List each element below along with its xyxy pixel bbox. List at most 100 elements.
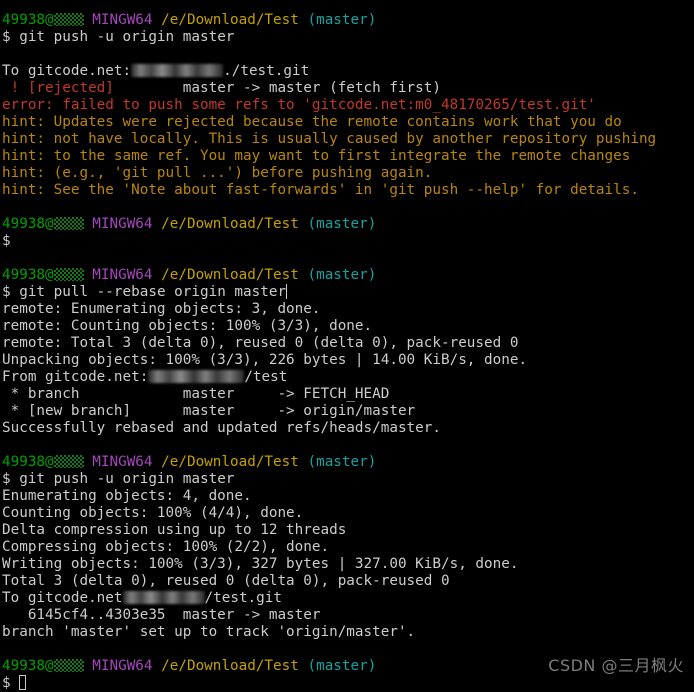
error-text: error: failed to push some refs to 'gitc… bbox=[2, 97, 596, 113]
prompt-shell: MINGW64 bbox=[92, 267, 153, 283]
terminal-window[interactable]: 49938@ MINGW64 /e/Download/Test (master)… bbox=[0, 0, 694, 692]
prompt-user: 49938@ bbox=[2, 658, 54, 674]
rejected-rest: master -> master (fetch first) bbox=[113, 80, 441, 96]
output-text: remote: Counting objects: 100% (3/3), do… bbox=[2, 318, 373, 334]
prompt-path: /e/Download/Test bbox=[161, 12, 299, 28]
output-to-url-2: To gitcode.net/test.git bbox=[2, 590, 694, 607]
redacted-host-mosaic bbox=[53, 455, 84, 468]
text-cursor bbox=[286, 284, 288, 299]
output-line: remote: Counting objects: 100% (3/3), do… bbox=[2, 318, 694, 335]
prompt-branch: (master) bbox=[307, 658, 377, 674]
output-text: * [new branch] master -> origin/master bbox=[2, 403, 416, 419]
output-text: Successfully rebased and updated refs/he… bbox=[2, 420, 441, 436]
output-text: branch 'master' set up to track 'origin/… bbox=[2, 624, 416, 640]
output-line: remote: Total 3 (delta 0), reused 0 (del… bbox=[2, 335, 694, 352]
prompt-path: /e/Download/Test bbox=[161, 454, 299, 470]
prompt-user: 49938@ bbox=[2, 12, 54, 28]
output-rejected: ! [rejected] master -> master (fetch fir… bbox=[2, 80, 694, 97]
output-hint-5: hint: See the 'Note about fast-forwards'… bbox=[2, 182, 694, 199]
redacted-host-mosaic bbox=[53, 13, 84, 26]
output-text: Total 3 (delta 0), reused 0 (delta 0), p… bbox=[2, 573, 450, 589]
prompt-shell: MINGW64 bbox=[92, 216, 153, 232]
redacted-url-blur bbox=[131, 64, 224, 77]
command-line-active[interactable]: $ bbox=[2, 675, 694, 692]
redacted-host-mosaic bbox=[53, 659, 84, 672]
command-line[interactable]: $ git push -u origin master bbox=[2, 471, 694, 488]
prompt-line: 49938@ MINGW64 /e/Download/Test (master) bbox=[2, 12, 694, 29]
to-url-suffix: ./test.git bbox=[223, 63, 310, 79]
prompt-symbol: $ bbox=[2, 233, 11, 249]
prompt-user: 49938@ bbox=[2, 454, 54, 470]
output-line: Unpacking objects: 100% (3/3), 226 bytes… bbox=[2, 352, 694, 369]
prompt-branch: (master) bbox=[307, 454, 377, 470]
csdn-watermark: CSDN @三月枫火 bbox=[548, 656, 684, 675]
redacted-url-blur bbox=[148, 370, 245, 383]
output-line: branch 'master' set up to track 'origin/… bbox=[2, 624, 694, 641]
output-line: Compressing objects: 100% (2/2), done. bbox=[2, 539, 694, 556]
output-text: 6145cf4..4303e35 master -> master bbox=[2, 607, 321, 623]
output-line: remote: Enumerating objects: 3, done. bbox=[2, 301, 694, 318]
from-url-suffix: /test bbox=[244, 369, 288, 385]
prompt-branch: (master) bbox=[307, 216, 377, 232]
output-from-url: From gitcode.net: /test bbox=[2, 369, 694, 386]
hint-text: hint: not have locally. This is usually … bbox=[2, 131, 657, 147]
prompt-path: /e/Download/Test bbox=[161, 658, 299, 674]
output-hint-4: hint: (e.g., 'git pull ...') before push… bbox=[2, 165, 694, 182]
output-line: Writing objects: 100% (3/3), 327 bytes |… bbox=[2, 556, 694, 573]
prompt-line: 49938@ MINGW64 /e/Download/Test (master) bbox=[2, 454, 694, 471]
command-text-pull-rebase: git pull --rebase origin master bbox=[19, 284, 287, 300]
output-line: Enumerating objects: 4, done. bbox=[2, 488, 694, 505]
output-text: Compressing objects: 100% (2/2), done. bbox=[2, 539, 330, 555]
redacted-url-blur bbox=[122, 591, 205, 604]
rejected-tag: ! [rejected] bbox=[2, 80, 114, 96]
prompt-shell: MINGW64 bbox=[92, 12, 153, 28]
prompt-symbol: $ bbox=[2, 471, 11, 487]
to-url-prefix: To gitcode.net: bbox=[2, 63, 132, 79]
output-text: Counting objects: 100% (4/4), done. bbox=[2, 505, 304, 521]
command-line-empty[interactable]: $ bbox=[2, 233, 694, 250]
command-text-push-1: git push -u origin master bbox=[10, 29, 235, 45]
command-line[interactable]: $ git pull --rebase origin master bbox=[2, 284, 694, 301]
output-line: Counting objects: 100% (4/4), done. bbox=[2, 505, 694, 522]
command-line[interactable]: $ git push -u origin master bbox=[2, 29, 694, 46]
command-text-push-2: git push -u origin master bbox=[10, 471, 235, 487]
output-text: * branch master -> FETCH_HEAD bbox=[2, 386, 390, 402]
prompt-shell: MINGW64 bbox=[92, 658, 153, 674]
output-hint-3: hint: to the same ref. You may want to f… bbox=[2, 148, 694, 165]
prompt-branch: (master) bbox=[307, 12, 377, 28]
output-text: Unpacking objects: 100% (3/3), 226 bytes… bbox=[2, 352, 528, 368]
output-line: * branch master -> FETCH_HEAD bbox=[2, 386, 694, 403]
output-text: remote: Enumerating objects: 3, done. bbox=[2, 301, 321, 317]
redacted-host-mosaic bbox=[53, 217, 84, 230]
output-error: error: failed to push some refs to 'gitc… bbox=[2, 97, 694, 114]
output-hint-1: hint: Updates were rejected because the … bbox=[2, 114, 694, 131]
output-hint-2: hint: not have locally. This is usually … bbox=[2, 131, 694, 148]
output-line: Total 3 (delta 0), reused 0 (delta 0), p… bbox=[2, 573, 694, 590]
hint-text: hint: See the 'Note about fast-forwards'… bbox=[2, 182, 639, 198]
hint-text: hint: Updates were rejected because the … bbox=[2, 114, 622, 130]
prompt-user: 49938@ bbox=[2, 267, 54, 283]
output-text: Delta compression using up to 12 threads bbox=[2, 522, 347, 538]
redacted-host-mosaic bbox=[53, 268, 84, 281]
prompt-user: 49938@ bbox=[2, 216, 54, 232]
prompt-line: 49938@ MINGW64 /e/Download/Test (master) bbox=[2, 216, 694, 233]
output-text: Enumerating objects: 4, done. bbox=[2, 488, 252, 504]
output-to-url-1: To gitcode.net: ./test.git bbox=[2, 63, 694, 80]
to-url-suffix: /test.git bbox=[204, 590, 282, 606]
from-url-prefix: From gitcode.net: bbox=[2, 369, 149, 385]
to-url-prefix: To gitcode.net bbox=[2, 590, 123, 606]
hint-text: hint: to the same ref. You may want to f… bbox=[2, 148, 631, 164]
prompt-branch: (master) bbox=[307, 267, 377, 283]
text-cursor bbox=[19, 675, 27, 690]
prompt-symbol: $ bbox=[2, 675, 11, 691]
hint-text: hint: (e.g., 'git pull ...') before push… bbox=[2, 165, 433, 181]
prompt-shell: MINGW64 bbox=[92, 454, 153, 470]
prompt-symbol: $ bbox=[2, 284, 11, 300]
output-line: * [new branch] master -> origin/master bbox=[2, 403, 694, 420]
output-text: Writing objects: 100% (3/3), 327 bytes |… bbox=[2, 556, 519, 572]
prompt-symbol: $ bbox=[2, 29, 11, 45]
